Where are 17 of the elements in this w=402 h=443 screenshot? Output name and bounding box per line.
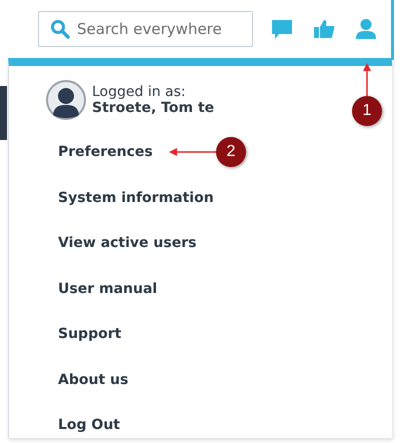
background-panel [0,86,7,140]
user-name: Stroete, Tom te [92,100,214,116]
avatar-icon [46,80,86,120]
menu-item[interactable]: Log Out [46,403,120,443]
chat-icon[interactable] [271,18,293,40]
arrow-icon [168,147,216,157]
thumbs-up-icon[interactable] [313,18,335,40]
menu-item[interactable]: User manual [46,266,158,312]
menu-item[interactable]: Support [46,312,122,358]
logged-in-label: Logged in as: [92,84,187,100]
search-field[interactable]: Search everywhere [38,11,253,47]
menu-item[interactable]: System information [46,176,214,221]
menu-item[interactable]: About us [46,358,128,403]
menu-item[interactable]: Preferences [46,130,153,176]
user-icon[interactable] [355,18,377,40]
arrow-icon [362,62,372,96]
menu-item[interactable]: View active users [46,221,196,266]
